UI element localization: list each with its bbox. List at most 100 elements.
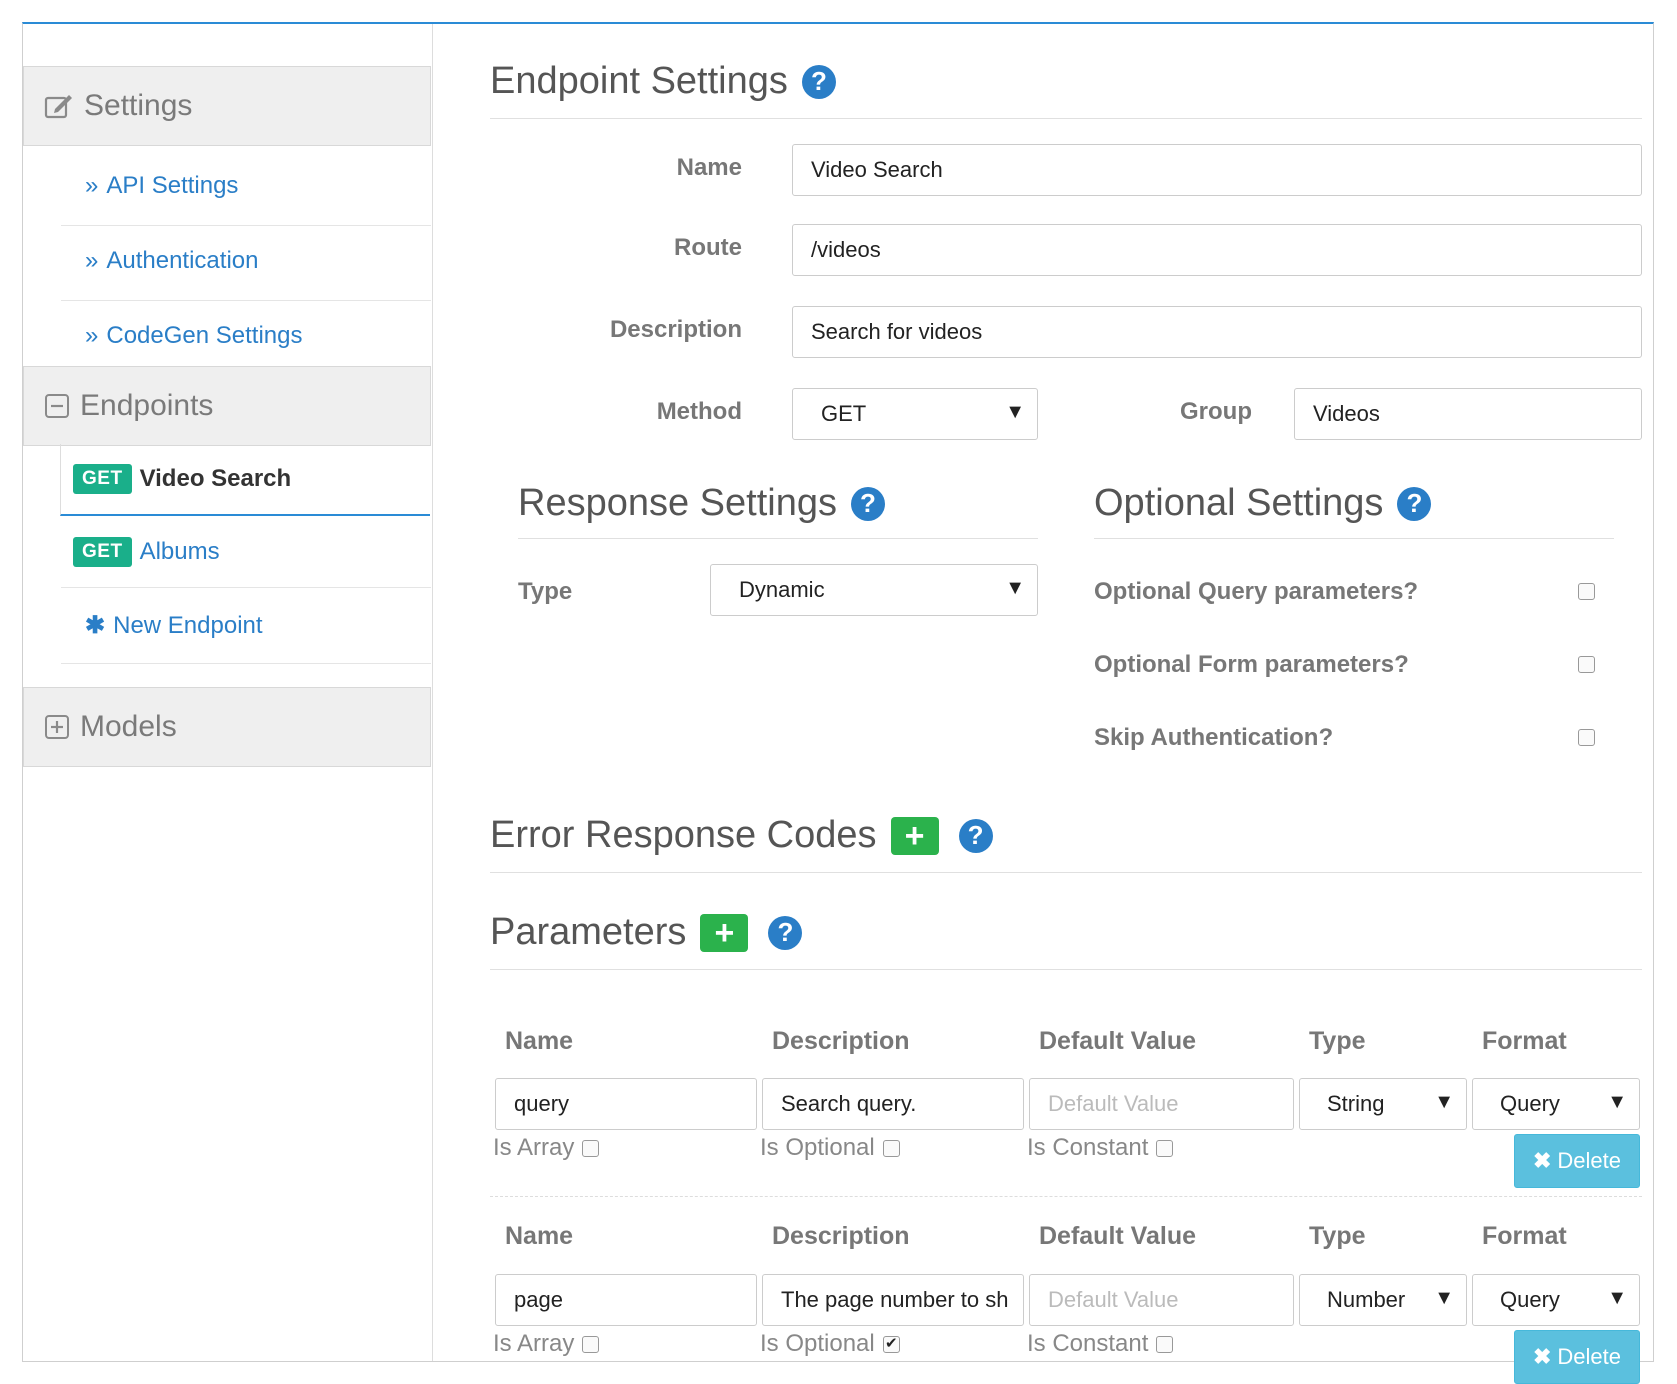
- column-header-format: Format: [1482, 1222, 1567, 1250]
- sidebar-item-label: Video Search: [139, 465, 292, 492]
- endpoint-description-input[interactable]: Search for videos: [792, 306, 1642, 358]
- main-content: Endpoint Settings ? Name Video Search Ro…: [432, 24, 1653, 1384]
- param-format-value: Query: [1500, 1091, 1560, 1116]
- dropdown-arrow-icon: ▼: [1434, 1091, 1454, 1113]
- is-optional-checkbox[interactable]: [882, 1139, 900, 1157]
- method-badge: GET: [73, 536, 132, 567]
- delete-parameter-button[interactable]: ✖ Delete: [1514, 1330, 1640, 1384]
- is-constant-checkbox[interactable]: [1156, 1139, 1174, 1157]
- skip-auth-checkbox[interactable]: [1578, 729, 1595, 746]
- close-icon: ✖: [1532, 1344, 1552, 1369]
- error-codes-heading: Error Response Codes + ?: [490, 814, 993, 857]
- column-header-type: Type: [1309, 1222, 1366, 1250]
- help-icon[interactable]: ?: [768, 915, 803, 950]
- method-badge: GET: [73, 464, 132, 494]
- response-settings-heading: Response Settings ?: [518, 482, 885, 525]
- column-header-description: Description: [772, 1222, 910, 1250]
- param-type-select[interactable]: Number ▼: [1299, 1274, 1467, 1326]
- sidebar: Settings » API Settings » Authentication…: [23, 24, 433, 1361]
- is-constant-label: Is Constant: [1027, 1134, 1149, 1161]
- help-icon[interactable]: ?: [1397, 486, 1432, 521]
- dropdown-arrow-icon: ▼: [1607, 1287, 1627, 1309]
- optional-query-checkbox[interactable]: [1578, 583, 1595, 600]
- sidebar-item-video-search[interactable]: GET Video Search: [60, 444, 430, 516]
- response-type-select[interactable]: Dynamic ▼: [710, 564, 1038, 616]
- param-description-input[interactable]: Search query.: [762, 1078, 1024, 1130]
- help-icon[interactable]: ?: [850, 486, 885, 521]
- param-default-value-input[interactable]: Default Value: [1029, 1274, 1294, 1326]
- method-select[interactable]: GET ▼: [792, 388, 1038, 440]
- error-codes-title: Error Response Codes: [490, 814, 877, 856]
- sidebar-section-models[interactable]: Models: [23, 687, 431, 767]
- param-type-select[interactable]: String ▼: [1299, 1078, 1467, 1130]
- sidebar-section-settings-label: Settings: [84, 89, 193, 122]
- column-header-description: Description: [772, 1027, 910, 1055]
- sidebar-section-settings[interactable]: Settings: [23, 66, 431, 146]
- description-label: Description: [609, 316, 742, 343]
- column-header-default-value: Default Value: [1039, 1027, 1196, 1055]
- divider: [490, 872, 1642, 873]
- column-header-name: Name: [505, 1222, 574, 1250]
- is-constant-label: Is Constant: [1027, 1330, 1149, 1357]
- is-optional-field: Is Optional ✔: [760, 1330, 900, 1358]
- response-settings-title: Response Settings: [518, 482, 837, 524]
- param-format-value: Query: [1500, 1287, 1560, 1312]
- column-header-name: Name: [505, 1027, 574, 1055]
- sidebar-item-api-settings[interactable]: » API Settings: [61, 146, 431, 226]
- param-default-value-input[interactable]: Default Value: [1029, 1078, 1294, 1130]
- add-parameter-button[interactable]: +: [700, 913, 749, 952]
- help-icon[interactable]: ?: [801, 64, 836, 99]
- delete-label: Delete: [1557, 1344, 1622, 1369]
- route-label: Route: [674, 234, 742, 261]
- optional-form-checkbox[interactable]: [1578, 656, 1595, 673]
- is-array-label: Is Array: [493, 1134, 575, 1161]
- param-description-input[interactable]: The page number to sh: [762, 1274, 1024, 1326]
- chevron-right-icon: »: [85, 246, 99, 274]
- sidebar-item-albums[interactable]: GET Albums: [61, 516, 431, 588]
- param-format-select[interactable]: Query ▼: [1472, 1274, 1640, 1326]
- sidebar-item-codegen-settings[interactable]: » CodeGen Settings: [61, 296, 431, 376]
- is-constant-field: Is Constant: [1027, 1134, 1174, 1162]
- divider: [1094, 538, 1614, 539]
- divider: [490, 969, 1642, 970]
- column-header-type: Type: [1309, 1027, 1366, 1055]
- delete-parameter-button[interactable]: ✖ Delete: [1514, 1134, 1640, 1188]
- group-input[interactable]: Videos: [1294, 388, 1642, 440]
- is-optional-label: Is Optional: [760, 1330, 875, 1357]
- endpoint-settings-title: Endpoint Settings: [490, 60, 788, 102]
- parameters-title: Parameters: [490, 911, 687, 953]
- endpoint-settings-heading: Endpoint Settings ?: [490, 60, 836, 103]
- column-header-format: Format: [1482, 1027, 1567, 1055]
- is-array-field: Is Array: [493, 1134, 600, 1162]
- param-type-value: Number: [1327, 1287, 1406, 1312]
- divider: [518, 538, 1038, 539]
- sidebar-section-endpoints-label: Endpoints: [80, 389, 214, 422]
- optional-form-label: Optional Form parameters?: [1094, 651, 1409, 678]
- is-constant-checkbox[interactable]: [1156, 1335, 1174, 1353]
- endpoint-route-input[interactable]: /videos: [792, 224, 1642, 276]
- is-optional-checkbox[interactable]: ✔: [882, 1335, 900, 1353]
- param-name-input[interactable]: page: [495, 1274, 757, 1326]
- chevron-right-icon: »: [85, 321, 99, 349]
- close-icon: ✖: [1532, 1148, 1552, 1173]
- sidebar-item-new-endpoint[interactable]: ✱ New Endpoint: [61, 588, 431, 664]
- endpoint-name-input[interactable]: Video Search: [792, 144, 1642, 196]
- help-icon[interactable]: ?: [958, 818, 993, 853]
- is-optional-field: Is Optional: [760, 1134, 900, 1162]
- is-array-field: Is Array: [493, 1330, 600, 1358]
- sidebar-item-label: API Settings: [106, 171, 239, 199]
- is-array-checkbox[interactable]: [582, 1139, 600, 1157]
- expand-icon: [44, 714, 70, 740]
- is-constant-field: Is Constant: [1027, 1330, 1174, 1358]
- param-name-input[interactable]: query: [495, 1078, 757, 1130]
- dropdown-arrow-icon: ▼: [1005, 577, 1025, 599]
- is-array-checkbox[interactable]: [582, 1335, 600, 1353]
- sidebar-item-authentication[interactable]: » Authentication: [61, 221, 431, 301]
- row-divider: [490, 1196, 1642, 1197]
- param-format-select[interactable]: Query ▼: [1472, 1078, 1640, 1130]
- add-error-code-button[interactable]: +: [890, 816, 939, 855]
- app-frame: Settings » API Settings » Authentication…: [22, 22, 1654, 1384]
- skip-auth-label: Skip Authentication?: [1094, 724, 1334, 751]
- column-header-default-value: Default Value: [1039, 1222, 1196, 1250]
- sidebar-section-endpoints[interactable]: Endpoints: [23, 366, 431, 446]
